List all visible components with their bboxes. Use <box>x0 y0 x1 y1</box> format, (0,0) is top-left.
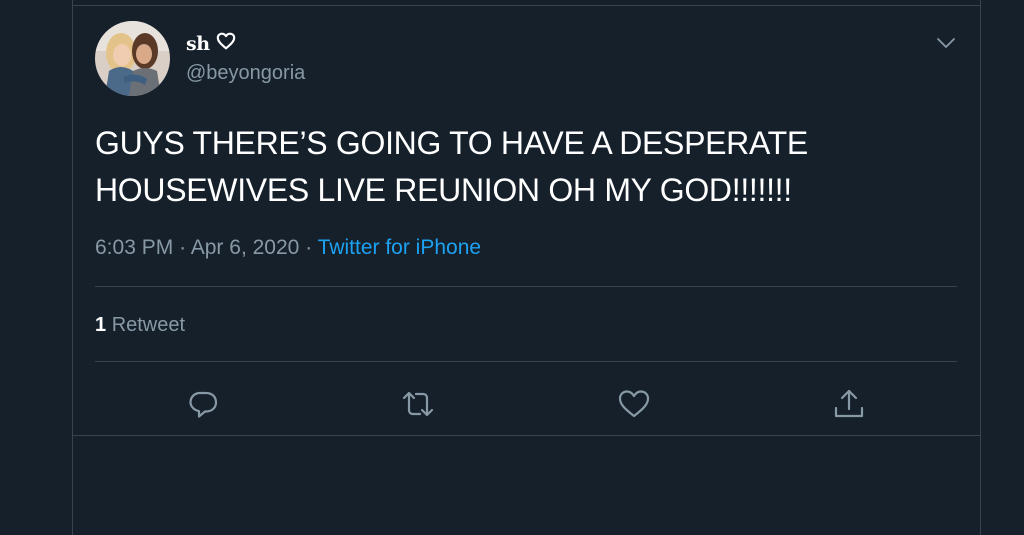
retweet-label: Retweet <box>111 314 186 336</box>
tweet-metadata: 6:03 PM · Apr 6, 2020 · Twitter for iPho… <box>95 236 481 260</box>
retweet-count: 1 <box>95 314 107 336</box>
reply-icon <box>189 391 218 418</box>
share-button[interactable] <box>831 386 867 422</box>
tweet-time[interactable]: 6:03 PM <box>95 236 173 259</box>
reply-button[interactable] <box>185 386 221 422</box>
retweet-icon <box>402 391 434 417</box>
like-icon <box>618 390 650 418</box>
tweet-detail: sh @beyongoria GUYS THERE’S GOING TO HAV… <box>73 6 980 436</box>
tweet-date[interactable]: Apr 6, 2020 <box>191 236 300 259</box>
tweet-text-line: GUYS THERE’S GOING TO HAVE A DESPERATE <box>95 125 808 161</box>
user-handle[interactable]: @beyongoria <box>186 62 305 85</box>
display-name: sh <box>186 32 210 55</box>
meta-separator: · <box>179 236 187 259</box>
retweet-stats[interactable]: 1 Retweet <box>95 314 185 337</box>
meta-separator: · <box>305 236 313 259</box>
page: sh @beyongoria GUYS THERE’S GOING TO HAV… <box>0 0 1024 535</box>
share-icon <box>834 389 864 418</box>
chevron-down-icon[interactable] <box>935 32 957 54</box>
display-name-row[interactable]: sh <box>186 32 236 55</box>
avatar[interactable] <box>95 21 170 96</box>
tweet-text-line: HOUSEWIVES LIVE REUNION OH MY GOD!!!!!!! <box>95 172 792 208</box>
tweet-text: GUYS THERE’S GOING TO HAVE A DESPERATE H… <box>95 120 955 214</box>
stats-divider <box>95 361 957 362</box>
metadata-divider <box>95 286 957 287</box>
retweet-button[interactable] <box>400 386 436 422</box>
heart-outline-icon <box>216 32 236 55</box>
tweet-source-link[interactable]: Twitter for iPhone <box>318 236 481 259</box>
like-button[interactable] <box>616 386 652 422</box>
